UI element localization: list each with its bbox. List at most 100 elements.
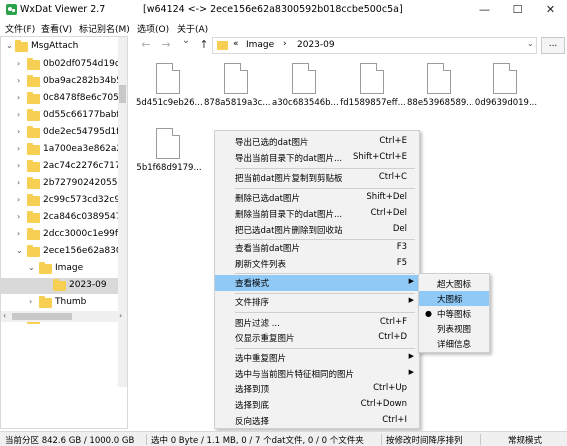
menu-shortcut: Shift+Del <box>366 192 407 202</box>
chevron-right-icon[interactable]: › <box>17 161 20 170</box>
minimize-button[interactable]: — <box>468 0 501 20</box>
chevron-down-icon[interactable]: ⌄ <box>6 41 13 50</box>
chevron-right-icon[interactable]: › <box>29 297 32 306</box>
chevron-right-icon[interactable]: › <box>17 212 20 221</box>
file-item[interactable]: 878a5819a3c... <box>204 60 270 116</box>
file-item[interactable]: 5d451c9eb26... <box>136 60 202 116</box>
chevron-right-icon[interactable]: › <box>17 144 20 153</box>
file-name: a30c683546b... <box>272 98 338 108</box>
chevron-right-icon[interactable]: › <box>17 59 20 68</box>
file-name: 5d451c9eb26... <box>136 98 202 108</box>
menu-refresh[interactable]: 刷新文件列表 F5 <box>215 256 419 272</box>
menu-copy-clipboard[interactable]: 把当前dat图片复制到剪贴板 Ctrl+C <box>215 170 419 186</box>
folder-icon <box>217 41 228 50</box>
menu-view-current[interactable]: 查看当前dat图片 F3 <box>215 240 419 256</box>
scroll-right-icon[interactable]: › <box>119 311 122 320</box>
tree-item[interactable]: › 0b02df0754d19dd <box>1 57 127 73</box>
maximize-button[interactable]: ☐ <box>501 0 534 20</box>
submenu-details[interactable]: 详细信息 <box>419 336 489 351</box>
menu-select-to-top[interactable]: 选择到顶 Ctrl+Up <box>215 381 419 397</box>
breadcrumb-overflow[interactable]: « <box>233 39 239 49</box>
tree-item[interactable]: › 1a700ea3e862a26 <box>1 142 127 158</box>
menu-delete-folder[interactable]: 删除当前目录下的dat图片... Ctrl+Del <box>215 206 419 222</box>
tree-item-expanded[interactable]: ⌄ 2ece156e62a8300 <box>1 244 127 260</box>
tree-vertical-scroll-thumb[interactable] <box>119 85 126 103</box>
tree-item[interactable]: › 2c99c573cd32c98c <box>1 193 127 209</box>
tree-item[interactable]: › 0ba9ac282b34b50 <box>1 74 127 90</box>
menu-select-duplicates[interactable]: 选中重复图片 ▶ <box>215 350 419 366</box>
menu-about[interactable]: 关于(A) <box>177 22 208 35</box>
submenu-large-icons[interactable]: 大图标 <box>419 291 489 306</box>
submenu-list-view[interactable]: 列表视图 <box>419 321 489 336</box>
menu-show-duplicates[interactable]: 仅显示重复图片 Ctrl+D <box>215 330 419 346</box>
app-title: WxDat Viewer 2.7 <box>20 4 106 15</box>
submenu-extra-large-icons[interactable]: 超大图标 <box>419 276 489 291</box>
up-arrow-icon[interactable]: ↑ <box>196 38 212 51</box>
tree-item[interactable]: › 2b72790242055d4 <box>1 176 127 192</box>
tree-item-thumb[interactable]: › Thumb <box>1 295 127 311</box>
menu-export-folder[interactable]: 导出当前目录下的dat图片... Shift+Ctrl+E <box>215 150 419 166</box>
browse-button[interactable]: ... <box>541 37 565 54</box>
tree-item-selected[interactable]: 2023-09 <box>1 278 127 294</box>
menu-file[interactable]: 文件(F) <box>5 22 35 35</box>
chevron-right-icon[interactable]: › <box>17 229 20 238</box>
file-item[interactable]: 0d9639d019... <box>473 60 539 116</box>
menu-options[interactable]: 选项(O) <box>137 22 169 35</box>
folder-icon <box>27 177 40 189</box>
menu-export-selected[interactable]: 导出已选的dat图片 Ctrl+E <box>215 134 419 150</box>
submenu-label: 超大图标 <box>437 280 472 290</box>
menu-view[interactable]: 查看(V) <box>41 22 72 35</box>
menu-sort[interactable]: 文件排序 ▶ <box>215 294 419 310</box>
tree-item[interactable]: › 2ac74c2276c717ef <box>1 159 127 175</box>
tree-item[interactable]: › 0d55c66177babff4 <box>1 108 127 124</box>
submenu-medium-icons[interactable]: ● 中等图标 <box>419 306 489 321</box>
tree-item[interactable]: › 0c8478f8e6c705d8 <box>1 91 127 107</box>
recent-dropdown-icon[interactable]: ⌄ <box>178 35 194 46</box>
chevron-down-icon[interactable]: ⌄ <box>527 39 534 48</box>
tree-item[interactable]: › 2dcc3000c1e99faa <box>1 227 127 243</box>
tree-horizontal-scroll-thumb[interactable] <box>12 313 72 320</box>
forward-arrow-icon[interactable]: → <box>158 38 174 51</box>
tree-item-root[interactable]: ⌄ MsgAttach <box>1 39 127 55</box>
menu-shortcut: Ctrl+I <box>382 415 407 425</box>
address-bar[interactable]: « Image › 2023-09 ⌄ <box>212 37 537 54</box>
chevron-right-icon[interactable]: › <box>17 110 20 119</box>
chevron-right-icon[interactable]: › <box>17 76 20 85</box>
file-name: 878a5819a3c... <box>204 98 270 108</box>
folder-icon <box>15 40 28 52</box>
chevron-right-icon[interactable]: › <box>17 178 20 187</box>
tree-item-label: 2023-09 <box>69 280 107 290</box>
scroll-left-icon[interactable]: ‹ <box>3 311 6 320</box>
tree-item[interactable]: › 0de2ec54795d1f7c <box>1 125 127 141</box>
file-icon <box>360 63 384 94</box>
tree-item-image[interactable]: ⌄ Image <box>1 261 127 277</box>
submenu-arrow-icon: ▶ <box>408 368 414 376</box>
file-icon <box>493 63 517 94</box>
menu-alias[interactable]: 标记别名(M) <box>79 22 130 35</box>
file-item[interactable]: 5b1f68d9179... <box>136 125 202 181</box>
menu-recycle-selected[interactable]: 把已选dat图片删除到回收站 Del <box>215 222 419 238</box>
breadcrumb-item[interactable]: 2023-09 <box>297 40 335 50</box>
file-item[interactable]: a30c683546b... <box>272 60 338 116</box>
chevron-right-icon[interactable]: › <box>17 127 20 136</box>
menu-shortcut: Ctrl+Down <box>360 399 407 409</box>
menu-shortcut: Del <box>392 224 407 234</box>
file-item[interactable]: 88e53968589... <box>407 60 473 116</box>
close-button[interactable]: ✕ <box>534 0 567 20</box>
menu-invert-selection[interactable]: 反向选择 Ctrl+I <box>215 413 419 429</box>
menu-delete-selected[interactable]: 删除已选dat图片 Shift+Del <box>215 190 419 206</box>
chevron-right-icon[interactable]: › <box>17 195 20 204</box>
menu-select-similar[interactable]: 选中与当前图片特征相同的图片 ▶ <box>215 366 419 382</box>
breadcrumb-item[interactable]: Image <box>246 40 274 50</box>
folder-icon <box>27 211 40 223</box>
menu-select-to-bottom[interactable]: 选择到底 Ctrl+Down <box>215 397 419 413</box>
back-arrow-icon[interactable]: ← <box>138 38 154 51</box>
chevron-down-icon[interactable]: ⌄ <box>28 263 35 272</box>
tree-item[interactable]: › 2ca846c03895478 <box>1 210 127 226</box>
chevron-right-icon[interactable]: › <box>17 93 20 102</box>
folder-tree[interactable]: ⌄ MsgAttach › 0b02df0754d19dd › 0ba9ac282b… <box>0 36 128 429</box>
menu-view-mode[interactable]: 查看模式 ▶ <box>215 275 419 291</box>
file-item[interactable]: fd1589857eff... <box>340 60 406 116</box>
menu-filter[interactable]: 图片过滤 ... Ctrl+F <box>215 315 419 331</box>
chevron-down-icon[interactable]: ⌄ <box>16 246 23 255</box>
